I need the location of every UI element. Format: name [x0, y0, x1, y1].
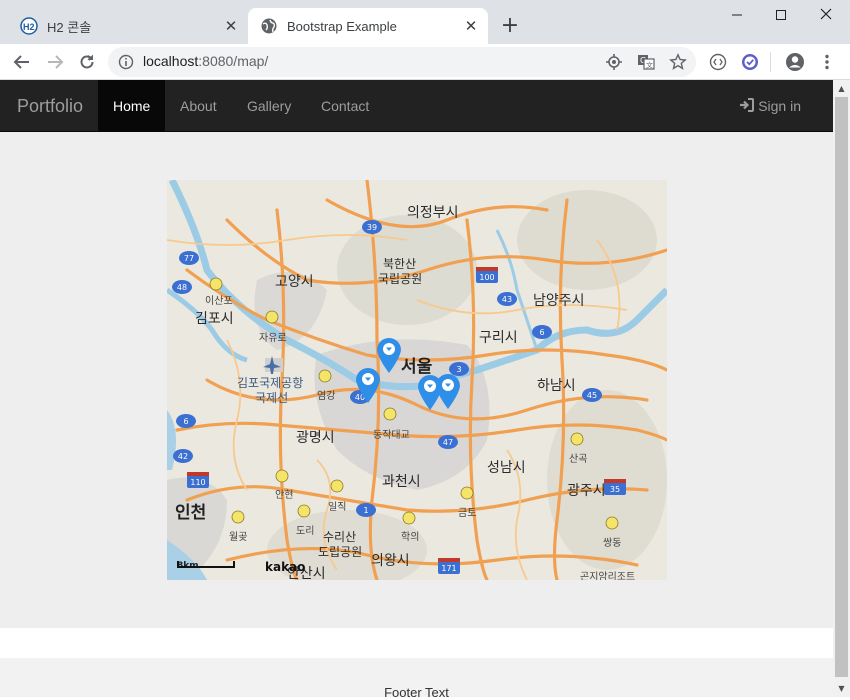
- profile-button[interactable]: [783, 50, 807, 74]
- map-label: 곤지암리조트: [580, 572, 636, 580]
- close-tab-icon[interactable]: ✕: [462, 17, 480, 35]
- map-scale: 8km: [177, 561, 235, 571]
- globe-icon: [261, 18, 277, 34]
- footer: Footer Text: [0, 658, 833, 700]
- arrow-left-icon: [13, 55, 29, 69]
- map-label: 의정부시: [407, 205, 459, 221]
- map-label: 쌍동: [603, 538, 622, 549]
- jumbotron: 의정부시 북한산 국립공원 고양시 이산포 김포시 자유로 남양주시 구리시 서…: [0, 132, 833, 628]
- more-vertical-icon: [825, 54, 829, 70]
- map-label: 의왕시: [371, 553, 410, 569]
- map-container[interactable]: 의정부시 북한산 국립공원 고양시 이산포 김포시 자유로 남양주시 구리시 서…: [167, 180, 667, 580]
- extension-button[interactable]: [738, 50, 762, 74]
- map-label: 구리시: [479, 330, 518, 346]
- map-marker-pin[interactable]: [354, 366, 382, 404]
- nav-about[interactable]: About: [165, 80, 232, 131]
- map-label: 안현: [275, 490, 294, 501]
- map-marker-pin[interactable]: [434, 372, 462, 410]
- map-label: 금토: [458, 508, 477, 519]
- account-icon: [786, 53, 804, 71]
- scroll-up-arrow-icon[interactable]: ▲: [833, 80, 850, 97]
- close-tab-icon[interactable]: ✕: [222, 17, 240, 35]
- nav-contact[interactable]: Contact: [306, 80, 384, 131]
- content-gap: [0, 628, 833, 658]
- nav-gallery[interactable]: Gallery: [232, 80, 306, 131]
- map-label: 국제선: [255, 391, 289, 405]
- browser-tab-h2-console[interactable]: H2 H2 콘솔 ✕: [8, 8, 248, 44]
- map-label: 고양시: [275, 274, 314, 290]
- scrollbar-thumb[interactable]: [835, 97, 848, 677]
- maximize-icon: [776, 10, 786, 20]
- svg-text:文: 文: [646, 61, 653, 70]
- map-label: 동작대교: [373, 430, 410, 441]
- map-label: 자유로: [259, 333, 287, 344]
- star-icon[interactable]: [669, 53, 687, 71]
- close-window-button[interactable]: [803, 4, 849, 26]
- map-label: 도립공원: [318, 545, 363, 559]
- map-label: 남양주시: [533, 293, 585, 309]
- tab-title: H2 콘솔: [47, 19, 92, 35]
- reload-button[interactable]: [75, 50, 99, 74]
- map-provider-logo: kakao: [265, 560, 306, 574]
- sign-in-link[interactable]: Sign in: [739, 80, 801, 131]
- sign-in-label: Sign in: [758, 98, 801, 114]
- address-bar[interactable]: localhost:8080/map/ G文: [108, 47, 696, 77]
- minimize-button[interactable]: [714, 4, 760, 26]
- map-label: 인천: [175, 503, 207, 523]
- nav-home[interactable]: Home: [98, 80, 166, 131]
- scale-bar-icon: [177, 561, 235, 568]
- tab-title: Bootstrap Example: [287, 18, 397, 34]
- location-target-icon[interactable]: [605, 53, 623, 71]
- url-text: localhost:8080/map/: [143, 53, 269, 69]
- site-navbar: Portfolio Home About Gallery Contact Sig…: [0, 80, 833, 132]
- map-label: 과천시: [382, 474, 421, 490]
- map-label: 학의: [401, 532, 420, 543]
- code-extension-icon: [709, 53, 727, 71]
- extension-button[interactable]: [706, 50, 730, 74]
- map-label: 하남시: [537, 378, 576, 394]
- page-scrollbar[interactable]: ▲ ▼: [833, 80, 850, 697]
- toolbar-divider: [770, 52, 771, 72]
- map-label: 도리: [296, 526, 315, 537]
- svg-text:H2: H2: [23, 22, 35, 32]
- forward-button[interactable]: [43, 50, 67, 74]
- login-icon: [740, 98, 755, 112]
- map-label: 국립공원: [378, 272, 423, 286]
- check-circle-icon: [742, 54, 758, 70]
- browser-tab-bootstrap-example[interactable]: Bootstrap Example ✕: [248, 8, 488, 44]
- back-button[interactable]: [10, 50, 34, 74]
- translate-icon[interactable]: G文: [637, 53, 655, 71]
- menu-button[interactable]: [815, 50, 839, 74]
- map-label: 광주시: [567, 483, 606, 499]
- map-label: 광명시: [296, 430, 335, 446]
- navbar-brand[interactable]: Portfolio: [17, 96, 83, 117]
- browser-toolbar: localhost:8080/map/ G文: [0, 44, 850, 80]
- arrow-right-icon: [48, 55, 64, 69]
- maximize-button[interactable]: [758, 4, 804, 26]
- map-label: 김포시: [195, 311, 234, 327]
- h2-icon: H2: [20, 17, 38, 35]
- map-label: 이산포: [205, 296, 233, 307]
- reload-icon: [80, 54, 94, 69]
- map-label: 성남시: [487, 460, 526, 476]
- minimize-icon: [732, 14, 742, 16]
- map-label: 일직: [328, 502, 347, 513]
- info-icon[interactable]: [118, 54, 134, 70]
- close-icon: [820, 8, 832, 20]
- map-label: 염강: [317, 391, 336, 402]
- browser-tab-strip: H2 H2 콘솔 ✕ Bootstrap Example ✕ +: [0, 0, 850, 44]
- map-label: 산곡: [569, 454, 588, 465]
- footer-text: Footer Text: [384, 685, 449, 700]
- new-tab-button[interactable]: +: [497, 14, 523, 40]
- map-label: 월곶: [229, 532, 248, 543]
- scroll-down-arrow-icon[interactable]: ▼: [833, 680, 850, 697]
